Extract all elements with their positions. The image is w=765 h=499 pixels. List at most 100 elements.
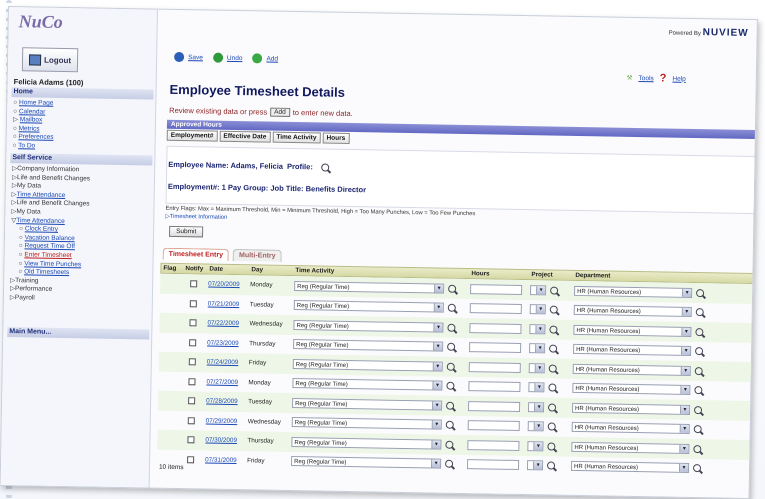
chevron-down-icon[interactable]: ▼ [680, 386, 690, 395]
department-select[interactable]: HR (Human Resources) ▼ [571, 441, 690, 454]
chevron-down-icon[interactable]: ▼ [433, 323, 443, 332]
search-icon[interactable] [695, 347, 704, 356]
time-activity-select[interactable]: Reg (Regular Time) ▼ [291, 417, 442, 430]
subtab-time-activity[interactable]: Time Activity [272, 131, 321, 144]
project-select[interactable]: ▼ [530, 284, 547, 296]
chevron-down-icon[interactable]: ▼ [533, 441, 543, 451]
chevron-down-icon[interactable]: ▼ [678, 464, 689, 473]
date-link[interactable]: 07/22/2009 [207, 320, 239, 328]
add-link[interactable]: Add [266, 55, 278, 62]
project-select[interactable]: ▼ [526, 460, 544, 471]
hours-input[interactable] [469, 342, 522, 354]
department-select[interactable]: HR (Human Resources) ▼ [573, 305, 692, 318]
self-service-header[interactable]: Self Service [10, 153, 153, 166]
chevron-down-icon[interactable]: ▼ [679, 444, 689, 453]
search-icon[interactable] [445, 459, 454, 469]
chevron-down-icon[interactable]: ▼ [536, 286, 546, 295]
hours-input[interactable] [468, 400, 521, 412]
time-activity-select[interactable]: Reg (Regular Time) ▼ [291, 456, 442, 469]
chevron-down-icon[interactable]: ▼ [432, 381, 442, 390]
time-activity-select[interactable]: Reg (Regular Time) ▼ [293, 300, 444, 313]
chevron-down-icon[interactable]: ▼ [431, 459, 441, 468]
search-icon[interactable] [447, 323, 456, 332]
project-select[interactable]: ▼ [528, 362, 545, 374]
search-icon[interactable] [693, 425, 702, 434]
notify-checkbox[interactable] [189, 319, 197, 327]
time-activity-select[interactable]: Reg (Regular Time) ▼ [294, 280, 445, 294]
sidebar-item-payroll[interactable]: ▷Payroll [10, 294, 88, 304]
chevron-down-icon[interactable]: ▼ [681, 327, 691, 336]
notify-checkbox[interactable] [188, 397, 196, 405]
hours-input[interactable] [470, 283, 523, 295]
search-icon[interactable] [546, 461, 556, 470]
chevron-down-icon[interactable]: ▼ [534, 383, 544, 392]
hours-input[interactable] [467, 420, 520, 432]
help-icon[interactable]: ? [660, 72, 667, 84]
chevron-down-icon[interactable]: ▼ [535, 305, 545, 314]
search-icon[interactable] [447, 342, 456, 352]
profile-search-icon[interactable] [320, 162, 329, 172]
search-icon[interactable] [696, 288, 705, 297]
date-link[interactable]: 07/24/2009 [207, 359, 239, 367]
date-link[interactable]: 07/31/2009 [205, 456, 237, 464]
chevron-down-icon[interactable]: ▼ [431, 420, 441, 429]
logout-button[interactable]: Logout [21, 47, 79, 73]
project-select[interactable]: ▼ [527, 421, 544, 432]
search-icon[interactable] [695, 308, 704, 317]
notify-checkbox[interactable] [188, 377, 196, 386]
hours-input[interactable] [469, 322, 522, 334]
notify-checkbox[interactable] [187, 455, 195, 464]
home-header[interactable]: Home [11, 87, 154, 100]
hours-input[interactable] [468, 381, 521, 393]
notify-checkbox[interactable] [189, 299, 197, 308]
time-activity-select[interactable]: Reg (Regular Time) ▼ [292, 397, 443, 411]
chevron-down-icon[interactable]: ▼ [532, 461, 543, 470]
hours-input[interactable] [466, 459, 520, 471]
main-menu-header[interactable]: Main Menu... [7, 327, 150, 340]
date-link[interactable]: 07/29/2009 [206, 417, 238, 425]
search-icon[interactable] [446, 381, 455, 391]
time-activity-select[interactable]: Reg (Regular Time) ▼ [292, 358, 443, 372]
chevron-down-icon[interactable]: ▼ [682, 288, 692, 297]
time-activity-select[interactable]: Reg (Regular Time) ▼ [293, 319, 444, 333]
search-icon[interactable] [693, 444, 702, 453]
timesheet-info-link[interactable]: ▷Timesheet Information [165, 214, 227, 221]
search-icon[interactable] [693, 405, 703, 414]
undo-link[interactable]: Undo [227, 54, 243, 61]
tools-icon[interactable]: ⚒ [627, 74, 633, 82]
search-icon[interactable] [446, 362, 455, 371]
search-icon[interactable] [694, 366, 703, 375]
project-select[interactable]: ▼ [529, 323, 546, 335]
undo-icon[interactable] [212, 52, 224, 63]
date-link[interactable]: 07/30/2009 [205, 437, 237, 445]
date-link[interactable]: 07/28/2009 [206, 398, 238, 406]
department-select[interactable]: HR (Human Resources) ▼ [573, 324, 692, 337]
time-activity-select[interactable]: Reg (Regular Time) ▼ [291, 436, 442, 450]
subtab-employment[interactable]: Employment# [166, 129, 218, 142]
chevron-down-icon[interactable]: ▼ [681, 308, 691, 317]
department-select[interactable]: HR (Human Resources) ▼ [572, 383, 691, 396]
chevron-down-icon[interactable]: ▼ [433, 303, 443, 312]
notify-checkbox[interactable] [190, 280, 198, 288]
chevron-down-icon[interactable]: ▼ [534, 402, 544, 412]
notify-checkbox[interactable] [187, 436, 195, 444]
submit-button[interactable]: Submit [168, 225, 204, 238]
project-select[interactable]: ▼ [528, 382, 545, 393]
date-link[interactable]: 07/27/2009 [206, 378, 238, 386]
chevron-down-icon[interactable]: ▼ [679, 405, 690, 414]
hours-input[interactable] [467, 439, 520, 451]
search-icon[interactable] [550, 286, 559, 295]
hours-input[interactable] [469, 303, 522, 315]
search-icon[interactable] [549, 305, 558, 314]
add-button[interactable]: Add [270, 107, 290, 117]
tab-timesheet-entry[interactable]: Timesheet Entry [162, 247, 230, 261]
chevron-down-icon[interactable]: ▼ [434, 284, 444, 293]
project-select[interactable]: ▼ [529, 304, 546, 315]
department-select[interactable]: HR (Human Resources) ▼ [570, 461, 690, 474]
search-icon[interactable] [694, 386, 703, 395]
search-icon[interactable] [549, 325, 558, 334]
department-select[interactable]: HR (Human Resources) ▼ [571, 422, 690, 435]
save-link[interactable]: Save [188, 54, 203, 61]
subtab-hours[interactable]: Hours [322, 132, 350, 144]
subtab-effective-date[interactable]: Effective Date [219, 130, 271, 143]
